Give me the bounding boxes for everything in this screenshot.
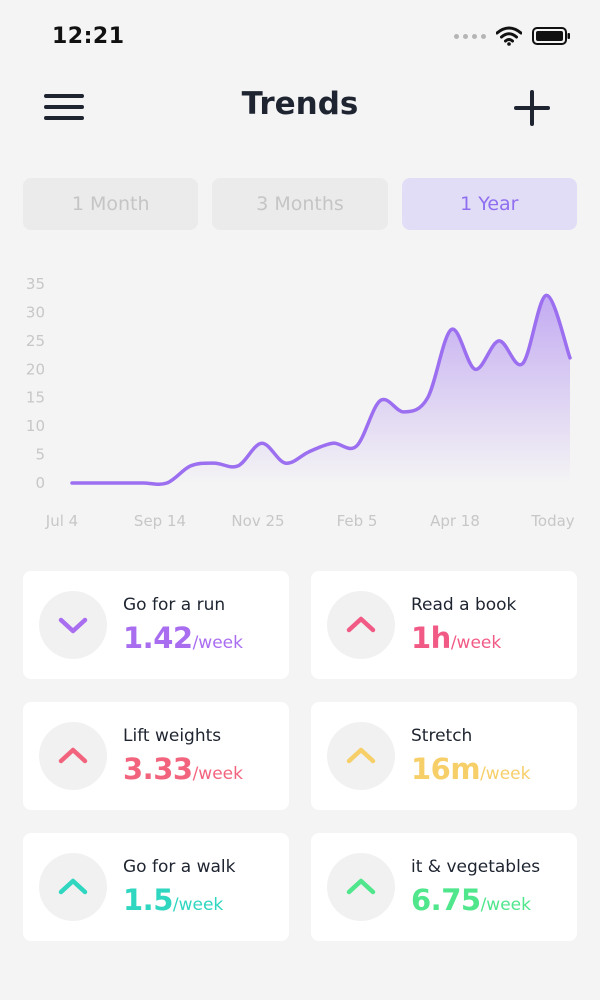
x-tick-label: Today — [530, 512, 575, 530]
habit-value-number: 1.42 — [123, 621, 193, 655]
habit-name: Stretch — [411, 726, 473, 746]
y-tick-label: 10 — [26, 417, 45, 435]
status-time: 12:21 — [52, 24, 125, 49]
chart-point — [449, 328, 453, 332]
habit-value: 1h/week — [411, 621, 501, 655]
battery-icon — [532, 27, 570, 45]
trend-up-icon — [327, 853, 395, 921]
trend-up-icon — [39, 722, 107, 790]
habit-name: Go for a walk — [123, 857, 236, 877]
habit-card-walk[interactable]: Go for a walk 1.5/week — [23, 833, 289, 941]
habit-card-vegetables[interactable]: it & vegetables 6.75/week — [311, 833, 577, 941]
time-range-selector: 1 Month 3 Months 1 Year — [23, 178, 577, 230]
chart-point — [426, 396, 430, 400]
y-tick-label: 0 — [35, 474, 45, 492]
chart-point — [378, 399, 382, 403]
trend-down-icon — [39, 591, 107, 659]
chart-area — [72, 295, 570, 485]
habit-value: 16m/week — [411, 752, 530, 786]
habit-name: it & vegetables — [411, 857, 541, 877]
trend-chart: 0 5 10 15 20 25 30 35 Jul 4 Sep 14 Nov 25 Feb 5 Apr… — [26, 275, 575, 530]
y-tick-label: 35 — [26, 275, 45, 293]
y-tick-label: 5 — [35, 446, 45, 464]
habit-value-number: 16m — [411, 752, 481, 786]
chart-point — [331, 441, 335, 445]
habit-value-unit: /week — [192, 764, 243, 784]
habit-card-run[interactable]: Go for a run 1.42/week — [23, 571, 289, 679]
habit-value-number: 1.5 — [123, 883, 173, 917]
trend-up-icon — [327, 591, 395, 659]
y-tick-label: 30 — [26, 303, 45, 321]
add-icon[interactable] — [514, 90, 550, 126]
habit-value-unit: /week — [480, 895, 531, 915]
wifi-icon — [496, 26, 522, 46]
page-title: Trends — [241, 86, 359, 122]
habit-value: 3.33/week — [123, 752, 243, 786]
status-bar: 12:21 — [0, 0, 600, 76]
chart-point — [544, 293, 548, 297]
x-tick-label: Feb 5 — [337, 512, 378, 530]
habit-value: 1.5/week — [123, 883, 223, 917]
habit-value-number: 6.75 — [411, 883, 481, 917]
chart-point — [260, 441, 264, 445]
chart-point — [117, 481, 121, 485]
chart-point — [473, 367, 477, 371]
x-tick-label: Sep 14 — [134, 512, 186, 530]
cellular-signal-icon — [454, 33, 486, 39]
y-tick-label: 20 — [26, 360, 45, 378]
chart-point — [189, 464, 193, 468]
chart-point — [355, 444, 359, 448]
habit-value-unit: /week — [192, 633, 243, 653]
chart-point — [497, 339, 501, 343]
tab-1-year[interactable]: 1 Year — [401, 178, 577, 230]
habit-card-stretch[interactable]: Stretch 16m/week — [311, 702, 577, 810]
chart-point — [70, 481, 74, 485]
chart-point — [212, 461, 216, 465]
tab-3-months[interactable]: 3 Months — [212, 178, 388, 230]
habit-name: Lift weights — [123, 726, 222, 746]
header: Trends — [0, 76, 600, 136]
x-tick-label: Apr 18 — [430, 512, 480, 530]
chart-point — [236, 464, 240, 468]
trend-up-icon — [327, 722, 395, 790]
habit-name: Go for a run — [123, 595, 226, 615]
habit-value-unit: /week — [480, 764, 531, 784]
habit-name: Read a book — [411, 595, 517, 615]
chart-point — [141, 481, 145, 485]
chart-point — [307, 450, 311, 454]
habit-value: 6.75/week — [411, 883, 531, 917]
chart-point — [283, 461, 287, 465]
x-tick-label: Jul 4 — [45, 512, 78, 530]
y-tick-label: 25 — [26, 332, 45, 350]
habit-card-lift[interactable]: Lift weights 3.33/week — [23, 702, 289, 810]
chart-point — [402, 410, 406, 414]
chart-point — [568, 356, 572, 360]
habit-value-number: 1h — [411, 621, 451, 655]
habit-card-read[interactable]: Read a book 1h/week — [311, 571, 577, 679]
habit-value-number: 3.33 — [123, 752, 193, 786]
habit-value-unit: /week — [450, 633, 502, 653]
chart-point — [521, 362, 525, 366]
status-icons — [454, 26, 572, 46]
x-tick-label: Nov 25 — [231, 512, 284, 530]
habit-value-unit: /week — [172, 895, 224, 915]
habit-value: 1.42/week — [123, 621, 243, 655]
y-tick-label: 15 — [26, 389, 45, 407]
chart-point — [165, 481, 169, 485]
tab-1-month[interactable]: 1 Month — [23, 178, 199, 230]
chart-point — [94, 481, 98, 485]
trend-up-icon — [39, 853, 107, 921]
